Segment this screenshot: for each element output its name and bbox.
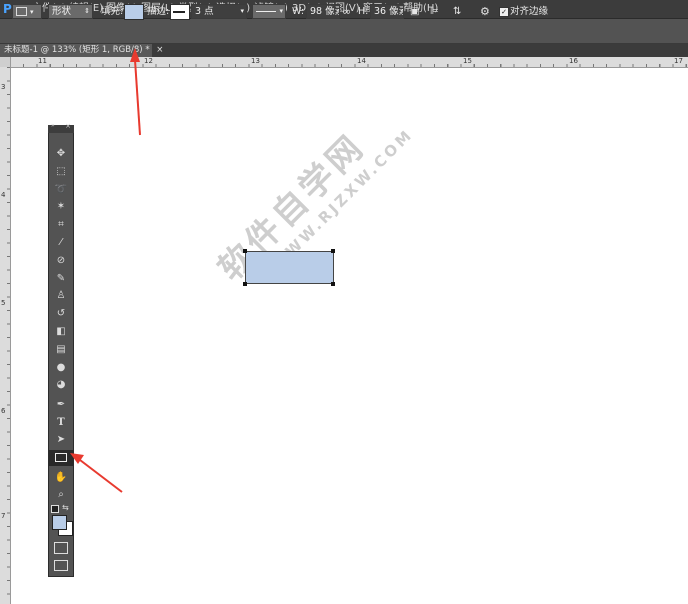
transform-handle[interactable]: [243, 282, 247, 286]
ruler-label: 7: [1, 512, 6, 520]
tools-panel-header[interactable]: » ×: [48, 122, 74, 133]
path-arrangement-icon[interactable]: ⇅: [453, 4, 461, 19]
height-field[interactable]: 36 像素: [370, 4, 404, 19]
close-icon[interactable]: ×: [156, 45, 163, 55]
eraser-icon[interactable]: ◧: [49, 324, 73, 340]
rectangle-preset-icon: [16, 7, 27, 16]
fill-swatch[interactable]: [124, 4, 144, 20]
ruler-label: 5: [1, 299, 6, 307]
vertical-ruler: 3 4 5 6 7: [0, 57, 11, 604]
eyedropper-icon[interactable]: ⁄: [49, 235, 73, 251]
path-alignment-icon[interactable]: ⊫: [430, 4, 439, 19]
stroke-type-line-icon: [256, 11, 276, 12]
stroke-swatch[interactable]: [170, 4, 190, 20]
options-bar: [0, 19, 688, 44]
stroke-width-field[interactable]: 3 点 ▾: [191, 4, 247, 19]
marquee-icon[interactable]: ⬚: [49, 164, 73, 180]
move-icon[interactable]: ✥: [49, 146, 73, 162]
stroke-width-value: 3 点: [195, 6, 214, 17]
hand-icon[interactable]: ✋: [49, 470, 73, 486]
path-operations-icon[interactable]: ▣: [410, 4, 419, 19]
ruler-label: 13: [251, 57, 260, 65]
clone-stamp-icon[interactable]: ♙: [49, 288, 73, 304]
close-icon[interactable]: ×: [65, 122, 71, 130]
transform-handle[interactable]: [331, 282, 335, 286]
stroke-line-icon: [173, 11, 185, 13]
transform-handle[interactable]: [243, 249, 247, 253]
chevron-down-icon: ▾: [240, 7, 244, 15]
foreground-color-swatch[interactable]: [52, 515, 67, 530]
tool-mode-value: 形状: [52, 6, 72, 17]
default-colors-icon[interactable]: [51, 505, 59, 513]
brush-icon[interactable]: ✎: [49, 271, 73, 287]
ruler-label: 12: [144, 57, 153, 65]
dodge-icon[interactable]: ◕: [49, 377, 73, 393]
expand-icon[interactable]: »: [51, 122, 55, 129]
align-edges-checkbox[interactable]: ✓: [499, 7, 509, 17]
zoom-icon[interactable]: ⌕: [49, 487, 73, 503]
chevron-down-icon: ▾: [279, 7, 283, 15]
document-tab[interactable]: 未标题-1 @ 133% (矩形 1, RGB/8) * ×: [0, 44, 163, 57]
chevron-down-icon: ▾: [30, 8, 34, 16]
healing-brush-icon[interactable]: ⊘: [49, 253, 73, 269]
pen-icon[interactable]: ✒: [49, 397, 73, 413]
chevron-updown-icon: ⇕: [84, 7, 90, 15]
ruler-label: 11: [38, 57, 47, 65]
stroke-label: 描边:: [147, 6, 170, 17]
ruler-label: 16: [569, 57, 578, 65]
blur-icon[interactable]: ●: [49, 360, 73, 376]
width-label: W:: [292, 6, 305, 17]
quick-mask-icon[interactable]: [54, 542, 68, 554]
stroke-type-select[interactable]: ▾: [252, 4, 286, 19]
crop-icon[interactable]: ⌗: [49, 217, 73, 233]
magic-wand-icon[interactable]: ✶: [49, 199, 73, 215]
ruler-label: 17: [674, 57, 683, 65]
ruler-label: 6: [1, 407, 6, 415]
ruler-origin[interactable]: [0, 57, 10, 67]
ruler-label: 4: [1, 191, 6, 199]
path-selection-icon[interactable]: ➤: [49, 432, 73, 448]
horizontal-ruler: 11 12 13 14 15 16 17: [10, 57, 688, 68]
ruler-label: 3: [1, 83, 6, 91]
align-edges-label: 对齐边缘: [510, 6, 549, 17]
link-icon[interactable]: ∞: [342, 4, 351, 19]
lasso-icon[interactable]: ➰: [49, 182, 73, 198]
fill-label: 填充:: [101, 6, 124, 17]
tool-preset-picker[interactable]: ▾: [12, 4, 42, 19]
swap-colors-icon[interactable]: ⇆: [62, 503, 69, 512]
history-brush-icon[interactable]: ↺: [49, 306, 73, 322]
type-icon[interactable]: T: [49, 415, 73, 431]
rectangle-icon[interactable]: [49, 450, 73, 466]
transform-handle[interactable]: [331, 249, 335, 253]
document-tab-title: 未标题-1 @ 133% (矩形 1, RGB/8) *: [4, 45, 150, 55]
ruler-label: 15: [463, 57, 472, 65]
height-label: H:: [358, 6, 369, 17]
tool-mode-select[interactable]: 形状 ⇕: [48, 4, 93, 19]
gradient-icon[interactable]: ▤: [49, 342, 73, 358]
width-field[interactable]: 98 像素: [306, 4, 340, 19]
screen-mode-icon[interactable]: [54, 560, 68, 571]
ruler-label: 14: [357, 57, 366, 65]
gear-icon[interactable]: ⚙: [480, 4, 490, 19]
rectangle-shape[interactable]: [245, 251, 334, 284]
